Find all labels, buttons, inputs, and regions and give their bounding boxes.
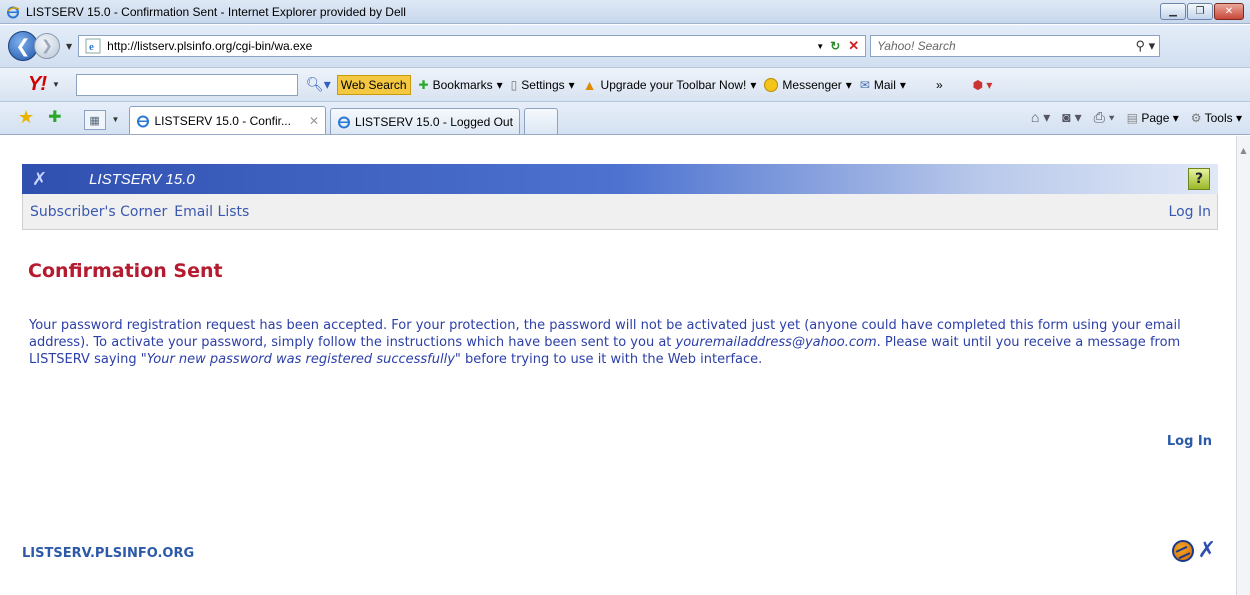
messenger-button[interactable]: Messenger ▾ [764, 77, 852, 92]
page-title: Confirmation Sent [28, 260, 223, 282]
bookmarks-button[interactable]: ✚ Bookmarks ▾ [419, 78, 503, 92]
favorites-star-icon[interactable]: ★ [18, 107, 34, 128]
close-tab-icon[interactable]: ✕ [309, 114, 319, 128]
footer-host-link[interactable]: LISTSERV.PLSINFO.ORG [22, 546, 194, 561]
address-bar: ❮ ❯ ▼ e http://listserv.plsinfo.org/cgi-… [0, 25, 1250, 67]
lsoft-globe-icon[interactable] [1171, 539, 1194, 562]
page-content: ✗ LISTSERV 15.0 ? Subscriber's Corner Em… [10, 136, 1236, 595]
mail-button[interactable]: ✉ Mail ▾ [860, 78, 906, 92]
settings-icon: ▯ [510, 77, 518, 92]
help-button[interactable]: ? [1188, 168, 1210, 190]
home-icon[interactable]: ⌂ ▾ [1031, 109, 1050, 126]
stop-icon[interactable]: ✕ [848, 38, 859, 54]
window-title: LISTSERV 15.0 - Confirmation Sent - Inte… [26, 4, 406, 19]
search-input[interactable]: Yahoo! Search ⚲ ▾ [870, 35, 1161, 57]
warning-icon: ▲ [582, 76, 597, 93]
banner-title: LISTSERV 15.0 [89, 170, 195, 188]
page-icon: e [85, 38, 101, 54]
tab-label: LISTSERV 15.0 - Logged Out [355, 114, 513, 129]
bookmarks-icon: ✚ [418, 77, 429, 92]
history-dropdown-icon[interactable]: ▼ [66, 42, 72, 51]
confirmation-message: Your password registration request has b… [29, 317, 1219, 368]
magnifier-icon[interactable]: 🔍︎▾ [306, 76, 331, 93]
tab-bar: ★ ✚ ▦ ▼ LISTSERV 15.0 - Confir... ✕ LIST… [0, 101, 1250, 135]
upgrade-label: Upgrade your Toolbar Now! [600, 77, 747, 92]
yahoo-menu-dropdown-icon[interactable]: ▼ [52, 80, 60, 89]
email-lists-link[interactable]: Email Lists [174, 204, 249, 220]
close-button[interactable]: ✕ [1214, 3, 1244, 20]
quick-tabs-icon[interactable]: ▦ [83, 110, 106, 130]
url-dropdown-icon[interactable]: ▼ [816, 42, 824, 51]
site-nav: Subscriber's Corner Email Lists Log In [22, 194, 1218, 230]
subscribers-corner-link[interactable]: Subscriber's Corner [30, 204, 167, 220]
nav-log-in-link[interactable]: Log In [1169, 204, 1211, 220]
minimize-button[interactable]: ▁ [1160, 3, 1186, 20]
ie-logo-icon [7, 6, 20, 18]
new-tab-button[interactable] [523, 108, 558, 134]
add-favorites-icon[interactable]: ✚ [48, 107, 61, 127]
print-icon[interactable]: ⎙ ▾ [1094, 109, 1115, 126]
search-icon[interactable]: ⚲ ▾ [1135, 38, 1155, 54]
message-part-3: before trying to use it with the Web int… [460, 352, 763, 367]
gear-icon: ⚙ [1190, 110, 1202, 125]
feeds-icon[interactable]: ◙ ▾ [1062, 109, 1081, 126]
maximize-button[interactable]: ❐ [1187, 3, 1213, 20]
messenger-icon [764, 77, 779, 92]
browser-window: LISTSERV 15.0 - Confirmation Sent - Inte… [0, 0, 1250, 595]
listserv-logo-icon: ✗ [32, 168, 48, 190]
search-placeholder: Yahoo! Search [877, 39, 956, 53]
success-quote: "Your new password was registered succes… [140, 352, 461, 367]
page-menu-button[interactable]: ▤ Page ▾ [1127, 111, 1179, 125]
mail-icon: ✉ [859, 77, 870, 92]
forward-button[interactable]: ❯ [34, 33, 60, 59]
settings-label: Settings [521, 77, 565, 92]
url-text: http://listserv.plsinfo.org/cgi-bin/wa.e… [107, 39, 313, 53]
svg-text:e: e [89, 41, 94, 53]
tab-confirmation[interactable]: LISTSERV 15.0 - Confir... ✕ [129, 106, 327, 134]
mail-label: Mail [873, 77, 896, 92]
log-in-link[interactable]: Log In [1167, 434, 1212, 449]
tools-menu-button[interactable]: ⚙ Tools ▾ [1191, 111, 1242, 125]
upgrade-toolbar-button[interactable]: ▲ Upgrade your Toolbar Now! ▾ [583, 77, 757, 93]
ie-tab-icon [338, 116, 351, 128]
refresh-icon[interactable]: ↻ [830, 39, 840, 53]
url-field[interactable]: e http://listserv.plsinfo.org/cgi-bin/wa… [78, 35, 867, 57]
scroll-up-icon[interactable]: ▲ [1237, 146, 1250, 155]
tools-menu-label: Tools [1204, 110, 1233, 125]
title-bar: LISTSERV 15.0 - Confirmation Sent - Inte… [0, 0, 1250, 24]
ie-tab-icon [137, 115, 150, 127]
tab-list-dropdown-icon[interactable]: ▼ [112, 115, 120, 124]
page-icon: ▤ [1126, 110, 1138, 125]
toolbar-more-button[interactable]: » [936, 78, 943, 92]
page-menu-label: Page [1141, 110, 1170, 125]
yahoo-logo[interactable]: Y! [28, 73, 47, 96]
yahoo-search-input[interactable] [75, 73, 298, 96]
listserv-footer-icon[interactable]: ✗ [1198, 538, 1216, 563]
listserv-banner: ✗ LISTSERV 15.0 ? [22, 164, 1218, 194]
settings-button[interactable]: ▯ Settings ▾ [511, 78, 575, 92]
yahoo-toolbar: Y! ▼ 🔍︎▾ Web Search ✚ Bookmarks ▾ ▯ Settin… [0, 67, 1250, 101]
toolbar-options-icon[interactable]: ⬢ ▾ [973, 78, 993, 92]
web-search-button[interactable]: Web Search [336, 74, 411, 95]
vertical-scrollbar[interactable]: ▲ [1236, 136, 1250, 595]
messenger-label: Messenger [782, 77, 842, 92]
tab-logged-out[interactable]: LISTSERV 15.0 - Logged Out [330, 108, 520, 134]
bookmarks-label: Bookmarks [432, 77, 493, 92]
email-address: youremailaddress@yahoo.com [675, 335, 877, 350]
tab-label: LISTSERV 15.0 - Confir... [154, 113, 291, 128]
